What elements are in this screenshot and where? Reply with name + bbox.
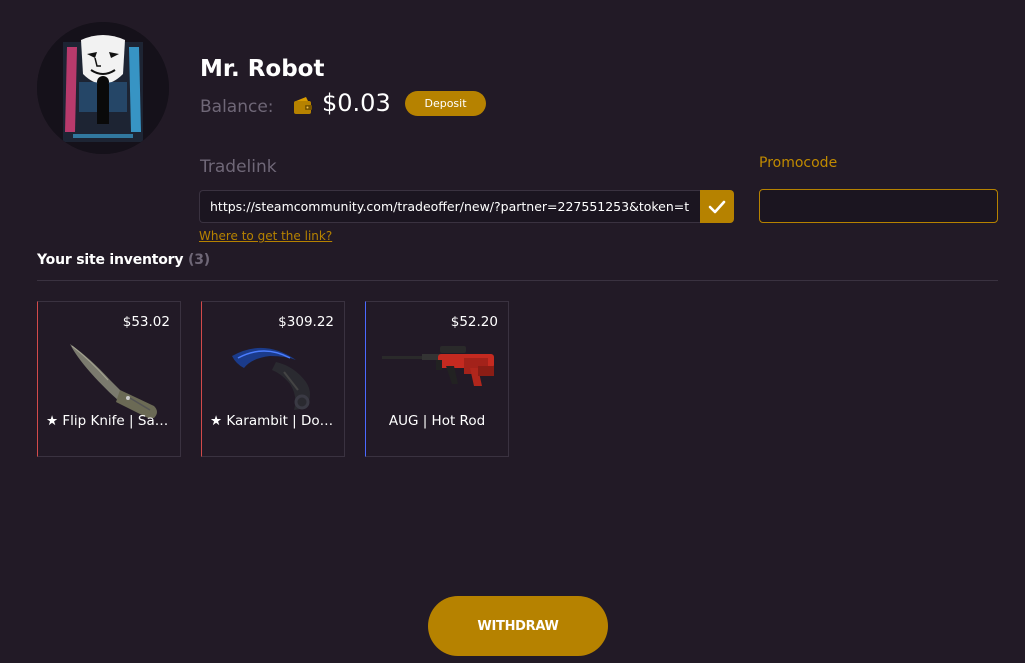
- karambit-image: [232, 347, 310, 410]
- username: Mr. Robot: [200, 56, 325, 82]
- promocode-label: Promocode: [759, 155, 838, 171]
- wallet-icon: [293, 96, 313, 116]
- item-name: AUG | Hot Rod: [388, 413, 486, 429]
- item-price: $53.02: [122, 314, 170, 330]
- inventory-item-card[interactable]: $52.20 AUG | Hot Rod: [365, 301, 509, 457]
- item-price: $309.22: [278, 314, 334, 330]
- divider: [37, 280, 998, 281]
- balance-value: $0.03: [322, 89, 391, 117]
- checkmark-icon: [708, 200, 726, 213]
- item-name: ★ Flip Knife | Safari Mesh: [46, 413, 172, 429]
- inventory-item-card[interactable]: $53.02 ★ Flip Knife | Safari Mesh: [37, 301, 181, 457]
- inventory-heading: Your site inventory (3): [37, 252, 210, 268]
- item-price: $52.20: [450, 314, 498, 330]
- deposit-button[interactable]: Deposit: [405, 91, 486, 116]
- withdraw-button[interactable]: WITHDRAW: [428, 596, 608, 656]
- tradelink-input[interactable]: [199, 190, 700, 223]
- balance-label: Balance:: [200, 97, 274, 117]
- inventory-heading-label: Your site inventory: [37, 252, 184, 268]
- tradelink-help-link[interactable]: Where to get the link?: [199, 229, 332, 243]
- confirm-tradelink-button[interactable]: [700, 190, 734, 223]
- tradelink-label: Tradelink: [200, 157, 277, 177]
- promocode-input[interactable]: [759, 189, 998, 223]
- item-name: ★ Karambit | Doppler: [210, 413, 336, 429]
- aug-rifle-image: [382, 346, 494, 386]
- inventory-count: (3): [188, 252, 210, 268]
- flip-knife-image: [70, 344, 157, 418]
- inventory-item-card[interactable]: $309.22 ★ Karambit | Doppler: [201, 301, 345, 457]
- user-avatar: [37, 22, 169, 154]
